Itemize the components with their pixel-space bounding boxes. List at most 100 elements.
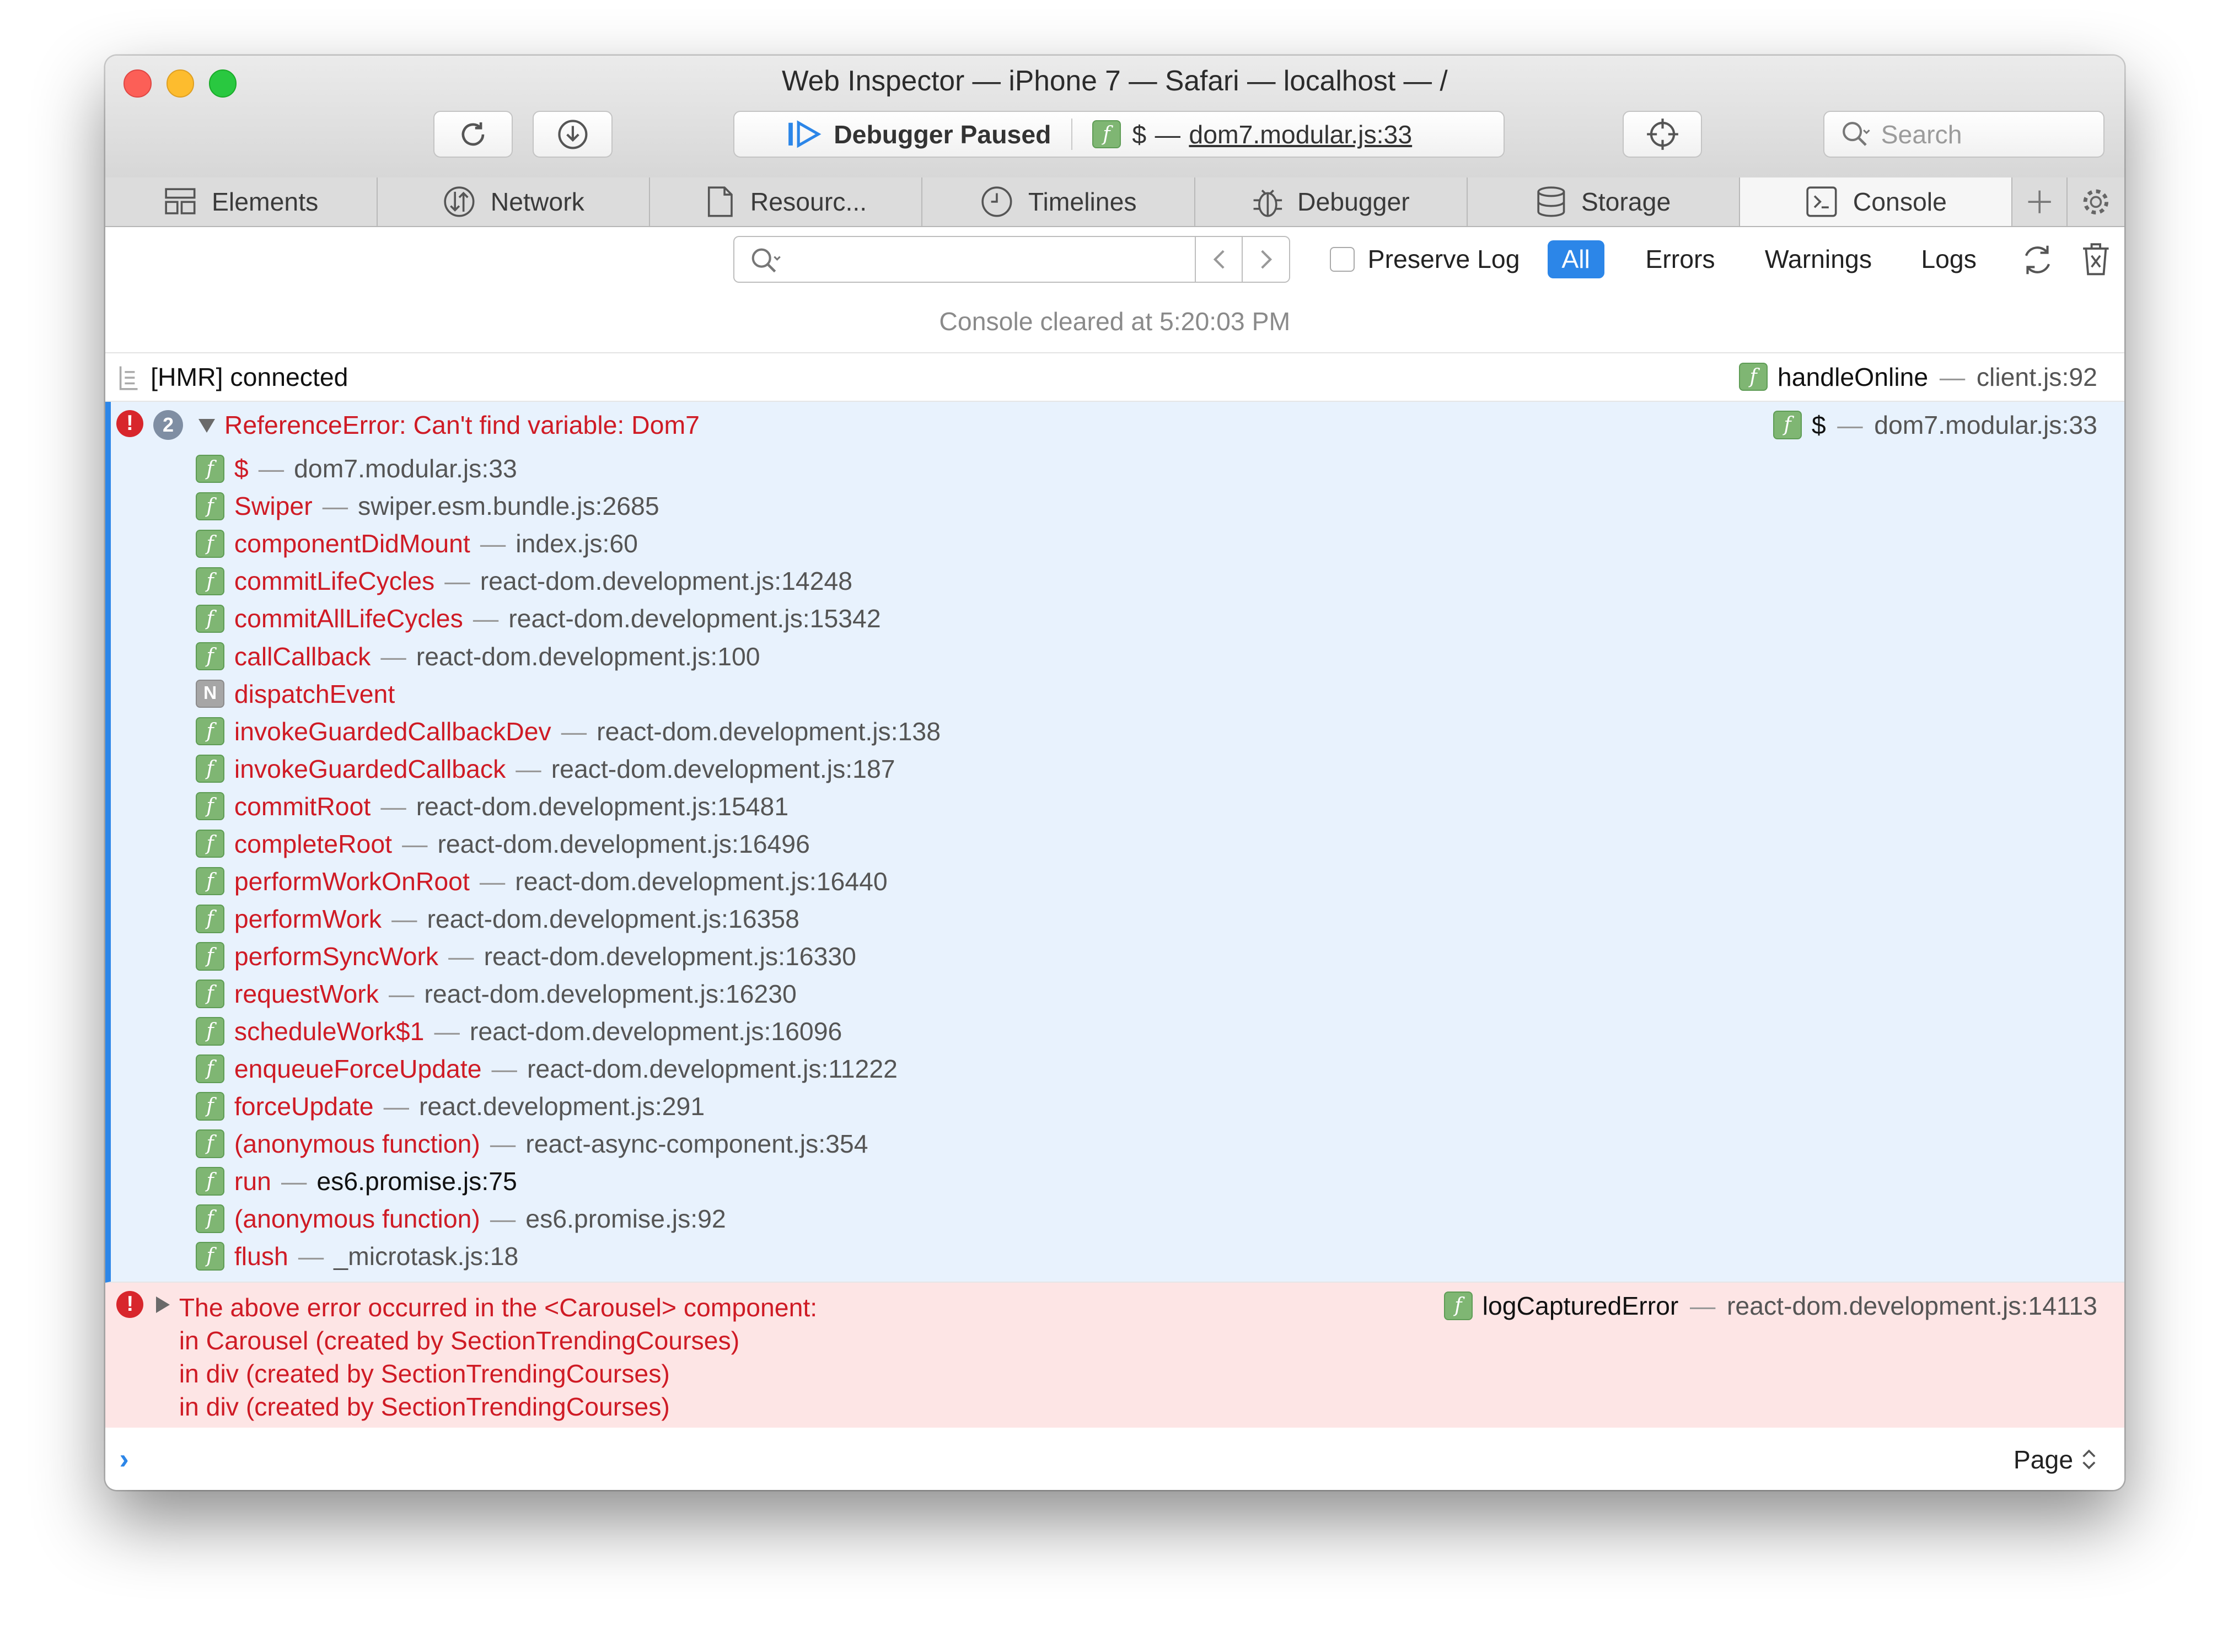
debugger-status[interactable]: Debugger Paused f $ — dom7.modular.js:33	[733, 111, 1505, 158]
component-error-source-location[interactable]: f logCapturedError — react-dom.developme…	[1444, 1291, 2097, 1321]
stack-frame[interactable]: f callCallback — react-dom.development.js:1…	[196, 638, 941, 675]
error-icon: !	[116, 410, 143, 438]
stack-frame-location[interactable]: swiper.esm.bundle.js:2685	[358, 491, 659, 521]
filter-logs-button[interactable]: Logs	[1907, 240, 1991, 279]
updown-chevron-icon	[2082, 1449, 2096, 1470]
error-source-file[interactable]: dom7.modular.js:33	[1874, 410, 2097, 440]
preserve-log-toggle[interactable]: Preserve Log	[1330, 244, 1520, 274]
stack-frame-location[interactable]: react-dom.development.js:16230	[424, 979, 796, 1009]
reload-button[interactable]	[433, 111, 513, 158]
stack-frame-location[interactable]: react-dom.development.js:15342	[508, 604, 881, 633]
filter-errors-button[interactable]: Errors	[1631, 240, 1730, 279]
stack-frame-function: commitLifeCycles	[234, 567, 435, 596]
execution-context-selector[interactable]: Page	[2014, 1445, 2096, 1475]
stack-frame-location[interactable]: react-dom.development.js:138	[597, 717, 941, 746]
location-separator: —	[490, 1129, 516, 1158]
tab-elements[interactable]: Elements	[105, 177, 378, 226]
status-frame-location-link[interactable]: dom7.modular.js:33	[1189, 120, 1412, 149]
stack-frame[interactable]: f performWork — react-dom.development.js:16…	[196, 900, 941, 938]
stack-frame-location[interactable]: _microtask.js:18	[334, 1241, 518, 1271]
stack-frame-location[interactable]: index.js:60	[516, 529, 638, 558]
error-source-location[interactable]: f $ — dom7.modular.js:33	[1773, 410, 2097, 440]
stack-frame-location[interactable]: react.development.js:291	[419, 1091, 705, 1121]
clear-console-icon[interactable]	[2080, 241, 2112, 278]
stack-frame[interactable]: f invokeGuardedCallback — react-dom.develop…	[196, 750, 941, 788]
stack-frame[interactable]: f requestWork — react-dom.development.js:16…	[196, 975, 941, 1013]
location-separator: —	[258, 454, 284, 483]
console-error-component-message[interactable]: ! The above error occurred in the <Carou…	[105, 1282, 2124, 1429]
function-icon: f	[196, 1167, 224, 1196]
stack-frame[interactable]: f commitRoot — react-dom.development.js:154…	[196, 788, 941, 825]
stack-frame-location[interactable]: es6.promise.js:75	[316, 1166, 517, 1196]
stack-frame[interactable]: NdispatchEvent	[196, 675, 941, 713]
stack-frame-location[interactable]: dom7.modular.js:33	[294, 454, 517, 483]
tab-debugger[interactable]: Debugger	[1195, 177, 1468, 226]
stack-frame[interactable]: f Swiper — swiper.esm.bundle.js:2685	[196, 487, 941, 525]
component-error-file[interactable]: react-dom.development.js:14113	[1727, 1291, 2097, 1321]
stack-frame-location[interactable]: react-dom.development.js:14248	[480, 566, 852, 596]
new-tab-button[interactable]	[2012, 177, 2068, 226]
reload-console-icon[interactable]	[2019, 241, 2056, 278]
log-source-function: handleOnline	[1777, 362, 1929, 391]
stack-frame[interactable]: f componentDidMount — index.js:60	[196, 525, 941, 562]
status-frame-separator: —	[1155, 120, 1180, 149]
stack-frame-location[interactable]: react-dom.development.js:15481	[416, 792, 788, 821]
search-field[interactable]: Search	[1823, 111, 2104, 158]
tab-timelines[interactable]: Timelines	[922, 177, 1195, 226]
log-source-location[interactable]: f handleOnline — client.js:92	[1739, 362, 2097, 392]
inspect-element-button[interactable]	[1623, 111, 1703, 158]
stack-frame[interactable]: f completeRoot — react-dom.development.js:1…	[196, 825, 941, 863]
stack-frame[interactable]: f performWorkOnRoot — react-dom.development…	[196, 863, 941, 900]
function-icon: f	[196, 904, 224, 933]
stack-frame-function: $	[234, 454, 249, 483]
stack-frame-location[interactable]: react-dom.development.js:16496	[437, 829, 809, 859]
location-separator: —	[444, 567, 470, 596]
stack-frame[interactable]: f flush — _microtask.js:18	[196, 1237, 941, 1275]
console-filter-input[interactable]	[733, 235, 1196, 283]
stack-frame-location[interactable]: react-dom.development.js:16096	[470, 1016, 842, 1046]
filter-all-button[interactable]: All	[1547, 240, 1604, 279]
tab-console[interactable]: Console	[1740, 177, 2013, 226]
stack-frame-location[interactable]: react-dom.development.js:16358	[427, 904, 799, 934]
stack-frame[interactable]: f (anonymous function) — react-async-compon…	[196, 1125, 941, 1163]
download-button[interactable]	[533, 111, 613, 158]
stack-frame[interactable]: f commitAllLifeCycles — react-dom.developme…	[196, 600, 941, 637]
stack-frame[interactable]: f enqueueForceUpdate — react-dom.developmen…	[196, 1050, 941, 1088]
disclosure-collapsed-icon[interactable]	[156, 1296, 170, 1314]
next-match-button[interactable]	[1242, 235, 1291, 283]
stack-frame-location[interactable]: react-dom.development.js:11222	[527, 1054, 898, 1084]
previous-match-button[interactable]	[1195, 235, 1244, 283]
console-error-message[interactable]: ! 2 ReferenceError: Can't find variable:…	[105, 401, 2124, 1283]
stack-trace: f $ — dom7.modular.js:33 f Swiper — swiper.esm.…	[196, 450, 941, 1275]
filter-warnings-button[interactable]: Warnings	[1751, 240, 1886, 279]
function-icon: f	[196, 1092, 224, 1121]
stack-frame[interactable]: f scheduleWork$1 — react-dom.development.js…	[196, 1013, 941, 1050]
tab-resources[interactable]: Resourc...	[650, 177, 923, 226]
log-source-file[interactable]: client.js:92	[1977, 362, 2097, 392]
stack-frame[interactable]: f commitLifeCycles — react-dom.development.…	[196, 562, 941, 600]
stack-frame[interactable]: f (anonymous function) — es6.promise.js:92	[196, 1200, 941, 1237]
preserve-log-checkbox[interactable]	[1330, 246, 1355, 272]
stack-frame-location[interactable]: react-dom.development.js:100	[416, 642, 760, 671]
console-log-message[interactable]: [HMR] connected f handleOnline — client.…	[105, 353, 2124, 402]
stack-frame-location[interactable]: react-dom.development.js:16330	[484, 941, 856, 971]
stack-frame-function: Swiper	[234, 492, 313, 521]
location-separator: —	[298, 1242, 324, 1271]
stack-frame-location[interactable]: react-async-component.js:354	[525, 1129, 868, 1159]
stack-frame[interactable]: f run — es6.promise.js:75	[196, 1163, 941, 1200]
stack-frame-function: completeRoot	[234, 829, 393, 858]
disclosure-expanded-icon[interactable]	[198, 418, 216, 433]
console-prompt[interactable]: › Page	[105, 1428, 2124, 1490]
stack-frame-function: commitRoot	[234, 792, 371, 821]
stack-frame-location[interactable]: react-dom.development.js:187	[551, 754, 895, 784]
stack-frame-location[interactable]: react-dom.development.js:16440	[515, 867, 887, 896]
settings-button[interactable]	[2068, 177, 2124, 226]
stack-frame[interactable]: f $ — dom7.modular.js:33	[196, 450, 941, 487]
stack-frame[interactable]: f performSyncWork — react-dom.development.j…	[196, 938, 941, 975]
tab-storage[interactable]: Storage	[1468, 177, 1740, 226]
tab-network[interactable]: Network	[378, 177, 651, 226]
stack-frame[interactable]: f invokeGuardedCallbackDev — react-dom.deve…	[196, 713, 941, 750]
stack-frame-function: (anonymous function)	[234, 1204, 480, 1233]
stack-frame-location[interactable]: es6.promise.js:92	[525, 1204, 726, 1234]
stack-frame[interactable]: f forceUpdate — react.development.js:291	[196, 1088, 941, 1125]
